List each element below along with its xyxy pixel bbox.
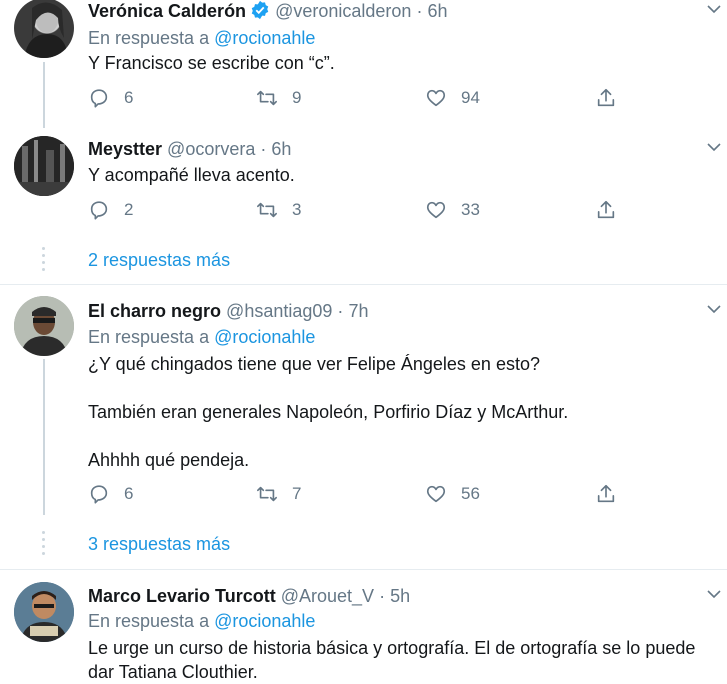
- tweet-header: Verónica Calderón @veronicalderon · 6h: [88, 0, 448, 22]
- reply-count: 6: [124, 484, 134, 503]
- separator: ·: [416, 1, 423, 21]
- author-handle[interactable]: @hsantiag09: [226, 301, 332, 321]
- like-button[interactable]: 33: [425, 199, 480, 221]
- heart-icon: [426, 201, 446, 219]
- author-name[interactable]: El charro negro: [88, 301, 221, 321]
- tweet-4[interactable]: Marco Levario Turcott @Arouet_V · 5h En …: [0, 570, 727, 684]
- profile-photo: [14, 296, 74, 356]
- reply-icon: [90, 89, 108, 108]
- timestamp[interactable]: 5h: [390, 586, 410, 606]
- retweet-count: 9: [292, 88, 302, 107]
- thread-dots: [42, 531, 45, 559]
- reply-icon: [90, 201, 108, 220]
- reply-button[interactable]: 6: [88, 483, 133, 505]
- like-count: 94: [461, 88, 480, 107]
- show-more-replies-link[interactable]: 2 respuestas más: [88, 250, 230, 271]
- tweet-text-line: Y Francisco se escribe con “c”.: [88, 53, 335, 73]
- retweet-count: 3: [292, 200, 302, 219]
- tweet-2[interactable]: Meystter @ocorvera · 6h Y acompañé lleva…: [0, 128, 727, 238]
- chevron-down-icon[interactable]: [707, 587, 721, 601]
- thread-line: [43, 62, 45, 128]
- reply-mention[interactable]: @rocionahle: [214, 611, 315, 631]
- reply-context: En respuesta a @rocionahle: [88, 326, 315, 348]
- tweet-1[interactable]: Verónica Calderón @veronicalderon · 6h E…: [0, 0, 727, 128]
- thread-dots: [42, 247, 45, 275]
- reply-count: 2: [124, 200, 134, 219]
- tweet-header: El charro negro @hsantiag09 · 7h: [88, 300, 368, 322]
- tweet-text-line: Le urge un curso de historia básica y or…: [88, 638, 696, 658]
- share-button[interactable]: [595, 87, 631, 109]
- reply-context: En respuesta a @rocionahle: [88, 27, 315, 49]
- chevron-down-icon[interactable]: [707, 2, 721, 16]
- tweet-text-line: dar Tatiana Clouthier.: [88, 662, 258, 682]
- author-name[interactable]: Verónica Calderón: [88, 1, 246, 21]
- verified-badge-icon: [251, 0, 269, 20]
- retweet-icon: [257, 486, 277, 502]
- separator: ·: [337, 301, 344, 321]
- tweet-actions: 2 3 33: [88, 199, 628, 223]
- author-name[interactable]: Meystter: [88, 139, 162, 159]
- author-handle[interactable]: @ocorvera: [167, 139, 255, 159]
- avatar[interactable]: [14, 582, 74, 642]
- chevron-down-icon[interactable]: [707, 302, 721, 316]
- tweet-text: Y Francisco se escribe con “c”.: [88, 51, 335, 75]
- reply-prefix: En respuesta a: [88, 611, 210, 631]
- tweet-actions: 6 7 56: [88, 483, 628, 507]
- retweet-icon: [257, 202, 277, 218]
- like-button[interactable]: 94: [425, 87, 480, 109]
- timestamp[interactable]: 6h: [427, 1, 447, 21]
- profile-photo: [24, 2, 68, 58]
- chevron-down-icon[interactable]: [707, 140, 721, 154]
- tweet-3[interactable]: El charro negro @hsantiag09 · 7h En resp…: [0, 285, 727, 515]
- reply-prefix: En respuesta a: [88, 28, 210, 48]
- reply-button[interactable]: 2: [88, 199, 133, 221]
- reply-mention[interactable]: @rocionahle: [214, 327, 315, 347]
- like-button[interactable]: 56: [425, 483, 480, 505]
- heart-icon: [426, 485, 446, 503]
- avatar[interactable]: [14, 296, 74, 356]
- timestamp[interactable]: 6h: [271, 139, 291, 159]
- author-handle[interactable]: @Arouet_V: [281, 586, 374, 606]
- tweet-text: ¿Y qué chingados tiene que ver Felipe Án…: [88, 352, 568, 472]
- share-icon: [597, 88, 615, 107]
- tweet-text-line: Ahhhh qué pendeja.: [88, 450, 250, 470]
- timestamp[interactable]: 7h: [348, 301, 368, 321]
- share-icon: [597, 484, 615, 503]
- thread-line: [43, 359, 45, 515]
- reply-count: 6: [124, 88, 134, 107]
- reply-mention[interactable]: @rocionahle: [214, 28, 315, 48]
- tweet-actions: 6 9 94: [88, 87, 628, 111]
- reply-context: En respuesta a @rocionahle: [88, 610, 315, 632]
- retweet-button[interactable]: 7: [256, 483, 301, 505]
- separator: ·: [260, 139, 267, 159]
- heart-icon: [426, 89, 446, 107]
- profile-photo: [14, 582, 74, 642]
- like-count: 33: [461, 200, 480, 219]
- tweet-text-line: También eran generales Napoleón, Porfiri…: [88, 402, 569, 422]
- share-icon: [597, 200, 615, 219]
- tweet-text: Y acompañé lleva acento.: [88, 163, 295, 187]
- author-handle[interactable]: @veronicalderon: [275, 1, 411, 21]
- avatar[interactable]: [14, 0, 74, 58]
- show-more-replies-link[interactable]: 3 respuestas más: [88, 534, 230, 555]
- share-button[interactable]: [595, 483, 631, 505]
- reply-prefix: En respuesta a: [88, 327, 210, 347]
- reply-icon: [90, 485, 108, 504]
- tweet-text: Le urge un curso de historia básica y or…: [88, 636, 723, 684]
- avatar[interactable]: [14, 136, 74, 196]
- tweet-header: Marco Levario Turcott @Arouet_V · 5h: [88, 585, 410, 607]
- share-button[interactable]: [595, 199, 631, 221]
- author-name[interactable]: Marco Levario Turcott: [88, 586, 276, 606]
- retweet-button[interactable]: 3: [256, 199, 301, 221]
- retweet-button[interactable]: 9: [256, 87, 301, 109]
- retweet-icon: [257, 90, 277, 106]
- like-count: 56: [461, 484, 480, 503]
- tweet-header: Meystter @ocorvera · 6h: [88, 138, 291, 160]
- profile-photo: [14, 136, 74, 196]
- tweet-text-line: ¿Y qué chingados tiene que ver Felipe Án…: [88, 354, 540, 374]
- separator: ·: [379, 586, 386, 606]
- tweet-text-line: Y acompañé lleva acento.: [88, 165, 295, 185]
- retweet-count: 7: [292, 484, 302, 503]
- reply-button[interactable]: 6: [88, 87, 133, 109]
